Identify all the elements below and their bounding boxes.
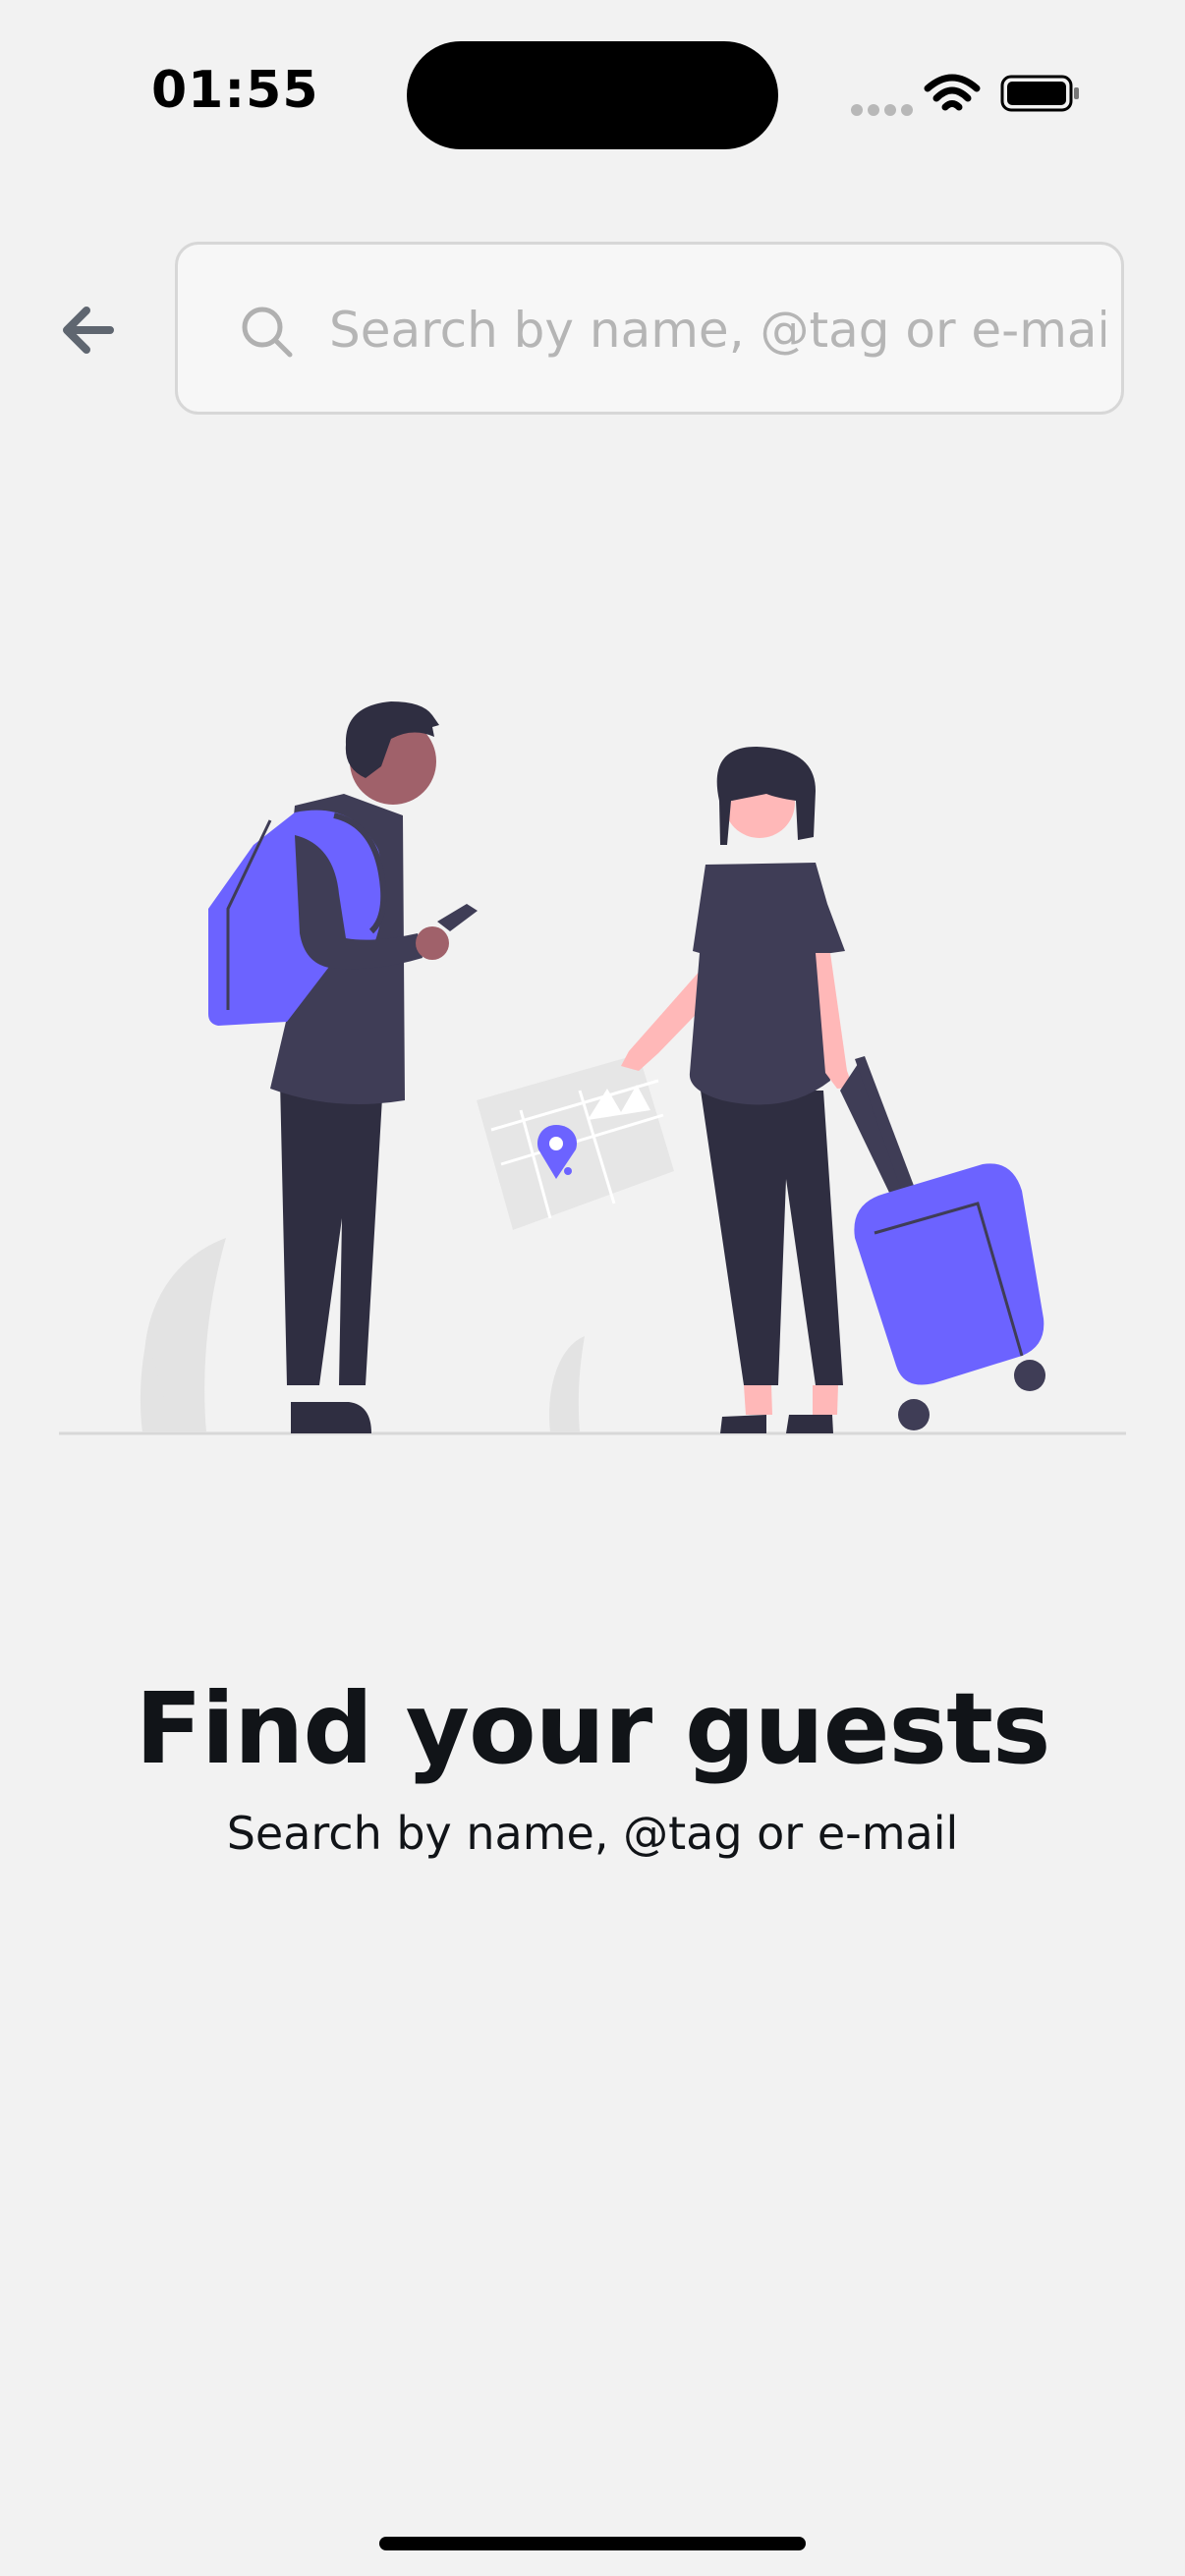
suitcase <box>840 1056 1045 1430</box>
empty-state-subtitle: Search by name, @tag or e-mail <box>226 1807 959 1860</box>
arrow-left-icon <box>63 307 114 354</box>
wifi-icon <box>924 74 981 111</box>
man-figure <box>208 701 478 1433</box>
cellular-signal-icon <box>851 104 913 116</box>
map <box>477 1054 674 1230</box>
woman-figure <box>621 747 850 1433</box>
status-icons <box>851 74 1079 116</box>
status-bar: 01:55 <box>0 0 1185 187</box>
empty-state-title: Find your guests <box>135 1671 1051 1786</box>
back-button[interactable] <box>47 289 130 371</box>
home-indicator[interactable] <box>379 2537 806 2550</box>
search-header <box>0 242 1185 417</box>
dynamic-island <box>407 41 778 149</box>
search-input[interactable] <box>327 280 1107 380</box>
search-icon <box>242 307 293 358</box>
travelers-illustration <box>59 701 1126 1435</box>
battery-icon <box>1000 75 1079 112</box>
search-box[interactable] <box>175 242 1124 415</box>
status-time: 01:55 <box>151 61 319 120</box>
